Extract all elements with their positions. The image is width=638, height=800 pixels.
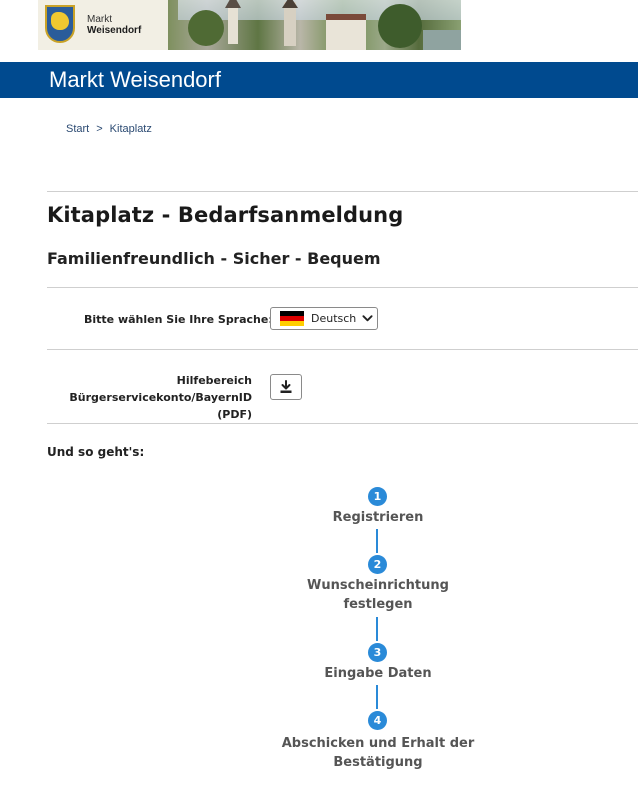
- language-select[interactable]: Deutsch: [270, 307, 378, 330]
- chevron-down-icon: [362, 315, 373, 322]
- step-3-number: 3: [368, 643, 387, 662]
- coat-of-arms-icon: [41, 3, 79, 47]
- breadcrumb: Start > Kitaplatz: [66, 123, 152, 135]
- step-2-label-line-2: festlegen: [343, 597, 413, 612]
- divider: [47, 191, 638, 192]
- step-3-label-line-1: Eingabe Daten: [324, 666, 432, 681]
- site-logo[interactable]: Markt Weisendorf: [38, 0, 168, 50]
- help-label-line-1: Hilfebereich: [176, 374, 252, 387]
- language-label: Bitte wählen Sie Ihre Sprache:: [84, 313, 273, 326]
- step-3-label: Eingabe Daten: [258, 664, 498, 683]
- language-selected-value: Deutsch: [311, 312, 357, 325]
- step-connector: [376, 685, 378, 709]
- step-4-label-line-1: Abschicken und Erhalt der: [281, 736, 475, 751]
- banner-tower: [282, 0, 298, 46]
- banner-house: [326, 14, 366, 50]
- step-1-number: 1: [368, 487, 387, 506]
- page-title: Kitaplatz - Bedarfsanmeldung: [47, 203, 404, 227]
- site-title-bar: Markt Weisendorf: [0, 62, 638, 98]
- logo-line-2: Weisendorf: [87, 25, 142, 36]
- divider: [47, 423, 638, 424]
- help-label: Hilfebereich Bürgerservicekonto/BayernID…: [47, 372, 252, 423]
- logo-line-1: Markt: [87, 14, 112, 25]
- logo-text: Markt Weisendorf: [87, 14, 141, 36]
- step-4-label: Abschicken und Erhalt der Bestätigung: [258, 734, 498, 772]
- step-connector: [376, 529, 378, 553]
- breadcrumb-current: Kitaplatz: [109, 123, 152, 135]
- banner-church-tower: [225, 0, 241, 44]
- step-1-label-line-1: Registrieren: [332, 510, 424, 525]
- germany-flag-icon: [280, 310, 304, 327]
- breadcrumb-separator: >: [96, 123, 103, 135]
- download-pdf-button[interactable]: [270, 374, 302, 400]
- step-connector: [376, 617, 378, 641]
- breadcrumb-start-link[interactable]: Start: [66, 123, 89, 135]
- download-icon: [280, 380, 292, 393]
- help-label-line-2: Bürgerservicekonto/BayernID (PDF): [69, 391, 252, 421]
- banner-tree: [378, 4, 422, 48]
- step-2-label-line-1: Wunscheinrichtung: [307, 578, 449, 593]
- divider: [47, 349, 638, 350]
- page-subtitle: Familienfreundlich - Sicher - Bequem: [47, 249, 381, 268]
- divider: [47, 287, 638, 288]
- steps-intro: Und so geht's:: [47, 445, 145, 459]
- header-banner: Markt Weisendorf: [38, 0, 461, 50]
- site-name[interactable]: Markt Weisendorf: [49, 67, 221, 93]
- step-2-number: 2: [368, 555, 387, 574]
- step-4-number: 4: [368, 711, 387, 730]
- step-2-label: Wunscheinrichtung festlegen: [258, 576, 498, 614]
- banner-pond: [423, 30, 461, 50]
- step-1-label: Registrieren: [258, 508, 498, 527]
- step-4-label-line-2: Bestätigung: [333, 755, 423, 770]
- banner-tree: [188, 10, 224, 46]
